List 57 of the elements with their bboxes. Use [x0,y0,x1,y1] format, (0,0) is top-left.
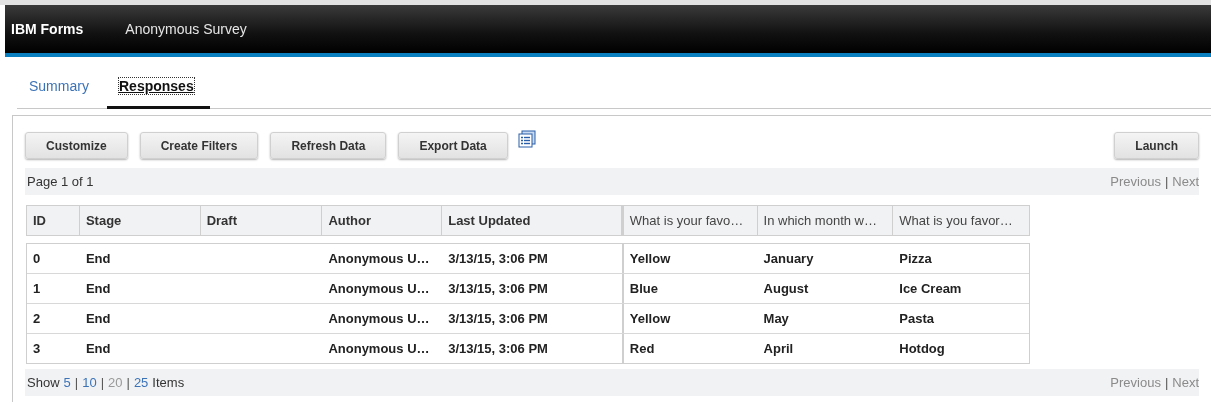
table-cell: Yellow [621,304,758,333]
table-cell-text: End [84,340,112,358]
table-cell: Red [621,334,758,363]
table-cell-text: Hotdog [898,340,946,358]
table-cell-text: 3/13/15, 3:06 PM [447,310,549,328]
page-indicator: Page 1 of 1 [27,174,94,189]
table-cell-text: May [762,310,790,328]
column-header[interactable]: Stage [79,206,201,235]
column-header[interactable]: ID [27,206,80,235]
column-header[interactable]: Draft [200,206,323,235]
table-cell: Blue [621,274,758,303]
page-size-link[interactable]: 25 [133,375,149,390]
table-cell-text: August [762,280,810,298]
form-title: Anonymous Survey [125,21,247,37]
show-label: Show [27,375,60,390]
column-header[interactable]: Last Updated [442,206,622,235]
product-name: IBM Forms [11,21,84,37]
tab[interactable]: Summary [17,70,107,109]
launch-button[interactable]: Launch [1114,132,1199,159]
page-size-link[interactable]: 5 [63,375,71,390]
table-cell-text: 3/13/15, 3:06 PM [447,280,549,298]
page-size-link[interactable]: 10 [82,375,97,390]
table-cell-text: Anonymous U… [327,340,431,358]
toolbar-button[interactable]: Refresh Data [270,132,387,159]
table-cell-text: 3 [32,340,42,358]
separator: | [1164,375,1169,390]
toolbar-button[interactable]: Create Filters [139,132,259,159]
table-cell-text: Anonymous U… [327,310,431,328]
toolbar-button[interactable]: Export Data [398,132,508,159]
table-cell-text: 0 [32,250,42,268]
table-cell-text: 3/13/15, 3:06 PM [447,250,549,268]
separator: | [100,375,104,390]
separator: | [126,375,130,390]
table-cell-text: Anonymous U… [327,280,431,298]
table-cell-text: End [84,310,112,328]
tab[interactable]: Responses [107,70,210,109]
table-cell-text: April [762,340,795,358]
table-cell-text: 3/13/15, 3:06 PM [447,340,549,358]
column-header[interactable]: What is your favo… [621,206,758,235]
list-view-icon[interactable] [517,130,536,148]
column-header[interactable]: Author [322,206,443,235]
toolbar-button[interactable]: Customize [25,132,128,159]
table-cell-text: January [762,250,815,268]
table-cell-text: End [84,250,112,268]
table-cell-text: Anonymous U… [327,250,431,268]
column-header[interactable]: In which month w… [757,206,894,235]
column-header[interactable]: What is you favor… [893,206,1029,235]
table-cell-text: End [84,280,112,298]
separator: | [1164,174,1169,189]
table-cell-text: Ice Cream [898,280,963,298]
table-cell: Yellow [621,244,758,273]
items-label: Items [152,375,185,390]
table-cell-text: 1 [32,280,42,298]
table-cell-text: Pizza [898,250,933,268]
table-cell-text: 2 [32,310,42,328]
separator: | [74,375,79,390]
table-cell-text: Pasta [898,310,935,328]
